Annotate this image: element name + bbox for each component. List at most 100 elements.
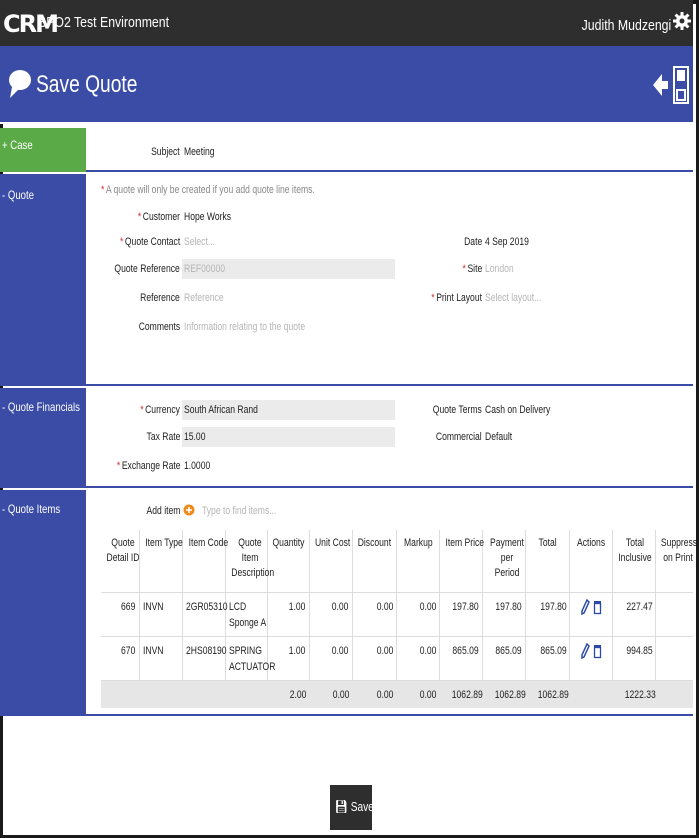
quote-note: * A quote will only be created if you add… (101, 184, 315, 196)
col-header: Unit Cost (308, 530, 353, 592)
comments-label: Comments (138, 321, 180, 333)
total-item-price: 1062.89 (439, 679, 483, 708)
delete-trash-icon[interactable] (593, 643, 602, 659)
quote-section-label: - Quote (2, 188, 35, 202)
table-row[interactable]: 670 INVN 2HS08190 SPRING ACTUATOR 1.00 0.… (101, 635, 693, 680)
exchange-rate-value[interactable]: 1.0000 (184, 460, 210, 472)
col-header: Total Inclusive (612, 530, 656, 592)
totals-cell (182, 679, 226, 708)
save-button[interactable]: 💾︎ Save (330, 785, 374, 830)
table-row[interactable]: 669 INVN 2GR05310 LCD Sponge A 1.00 0.00 … (101, 591, 693, 636)
cell-code: 2HS08190 (181, 635, 226, 680)
gear-icon[interactable] (673, 12, 691, 30)
col-header: Item Code (181, 530, 228, 592)
save-icon[interactable] (673, 66, 689, 104)
cell-total-inclusive: 227.47 (612, 591, 656, 636)
cell-item-price: 865.09 (438, 635, 483, 680)
col-header: Discount (351, 530, 397, 592)
cell-markup: 0.00 (395, 635, 440, 680)
col-header: Quote Item Description (224, 530, 274, 592)
case-section-label: + Case (2, 138, 33, 152)
back-arrow-icon[interactable] (651, 68, 669, 102)
exchange-rate-label: * Exchange Rate (116, 460, 180, 472)
table-header-row: Quote Detail ID Item Type Item Code Quot… (101, 530, 697, 592)
item-search-input[interactable]: Type to find items... (202, 505, 276, 517)
section-divider (86, 384, 693, 386)
cell-total: 865.09 (525, 635, 570, 680)
total-total: 1062.89 (525, 679, 570, 708)
total-quantity: 2.00 (267, 679, 310, 708)
currency-label: * Currency (140, 404, 180, 416)
commercial-value[interactable]: Default (485, 431, 512, 443)
total-payment: 1062.89 (482, 679, 526, 708)
delete-trash-icon[interactable] (593, 599, 602, 615)
case-section: + Case Subject Meeting (0, 128, 693, 172)
date-label: Date (463, 236, 482, 248)
items-section-label: - Quote Items (2, 502, 61, 516)
cell-description: LCD Sponge A (224, 591, 268, 636)
page-title: Save Quote (36, 71, 138, 98)
quote-terms-label: Quote Terms (433, 404, 482, 416)
environment-title: BPO2 Test Environment (38, 14, 170, 31)
cell-suppress[interactable] (655, 591, 693, 636)
edit-pencil-icon[interactable] (580, 642, 590, 659)
quote-reference-label: Quote Reference (114, 263, 180, 275)
cell-unit-cost: 0.00 (308, 635, 353, 680)
tax-rate-value[interactable]: 15.00 (184, 431, 205, 443)
cell-total-inclusive: 994.85 (612, 635, 656, 680)
col-header: Item Type (138, 530, 182, 592)
total-discount: 0.00 (352, 679, 397, 708)
cell-id: 670 (101, 635, 140, 680)
add-item-icon[interactable] (183, 503, 195, 517)
cell-markup: 0.00 (395, 591, 440, 636)
quote-contact-select[interactable]: Select... (184, 236, 215, 248)
customer-label: * Customer (137, 211, 180, 223)
reference-label: Reference (140, 292, 180, 304)
cell-actions (569, 635, 613, 680)
cell-unit-cost: 0.00 (308, 591, 353, 636)
edit-pencil-icon[interactable] (580, 598, 590, 615)
date-value[interactable]: 4 Sep 2019 (485, 236, 529, 248)
customer-value[interactable]: Hope Works (184, 211, 231, 223)
cell-suppress[interactable] (655, 635, 693, 680)
subject-value[interactable]: Meeting (184, 146, 215, 158)
total-markup: 0.00 (396, 679, 440, 708)
user-name[interactable]: Judith Mudzengi (581, 17, 671, 34)
totals-cell (569, 679, 613, 708)
print-layout-select[interactable]: Select layout... (485, 292, 541, 304)
reference-input[interactable]: Reference (184, 292, 224, 304)
tax-rate-field[interactable] (182, 427, 395, 447)
site-select[interactable]: London (485, 263, 514, 275)
financials-section-toggle[interactable]: - Quote Financials (0, 388, 86, 488)
cell-code: 2GR05310 (181, 591, 227, 636)
section-divider (86, 714, 693, 716)
quote-reference-input[interactable]: REF00000 (184, 263, 225, 275)
cell-total: 197.80 (525, 591, 570, 636)
col-header: Suppress on Print (655, 530, 697, 592)
quote-terms-value[interactable]: Cash on Delivery (485, 404, 550, 416)
totals-cell (101, 679, 140, 708)
section-divider (86, 170, 693, 172)
case-section-toggle[interactable]: + Case (0, 128, 86, 172)
cell-payment: 197.80 (482, 591, 526, 636)
col-header: Total (525, 530, 570, 592)
cell-discount: 0.00 (351, 591, 397, 636)
cell-discount: 0.00 (351, 635, 397, 680)
quote-financials-section: - Quote Financials * Currency South Afric… (0, 388, 693, 488)
cell-quantity: 1.00 (266, 591, 310, 636)
col-header: Actions (569, 530, 613, 592)
quote-contact-label: * Quote Contact (119, 236, 180, 248)
total-inclusive: 1222.33 (612, 679, 656, 708)
total-unit-cost: 0.00 (309, 679, 353, 708)
commercial-label: Commercial (436, 431, 482, 443)
cell-type: INVN (138, 591, 183, 636)
financials-section-label: - Quote Financials (2, 400, 80, 414)
section-divider (86, 486, 693, 488)
quote-items-table: Quote Detail ID Item Type Item Code Quot… (101, 530, 697, 708)
quote-section-toggle[interactable]: - Quote (0, 174, 86, 386)
tax-rate-label: Tax Rate (146, 431, 180, 443)
items-section-toggle[interactable]: - Quote Items (0, 490, 86, 716)
currency-value[interactable]: South African Rand (184, 404, 258, 416)
totals-cell (225, 679, 268, 708)
comments-input[interactable]: Information relating to the quote (184, 321, 305, 333)
